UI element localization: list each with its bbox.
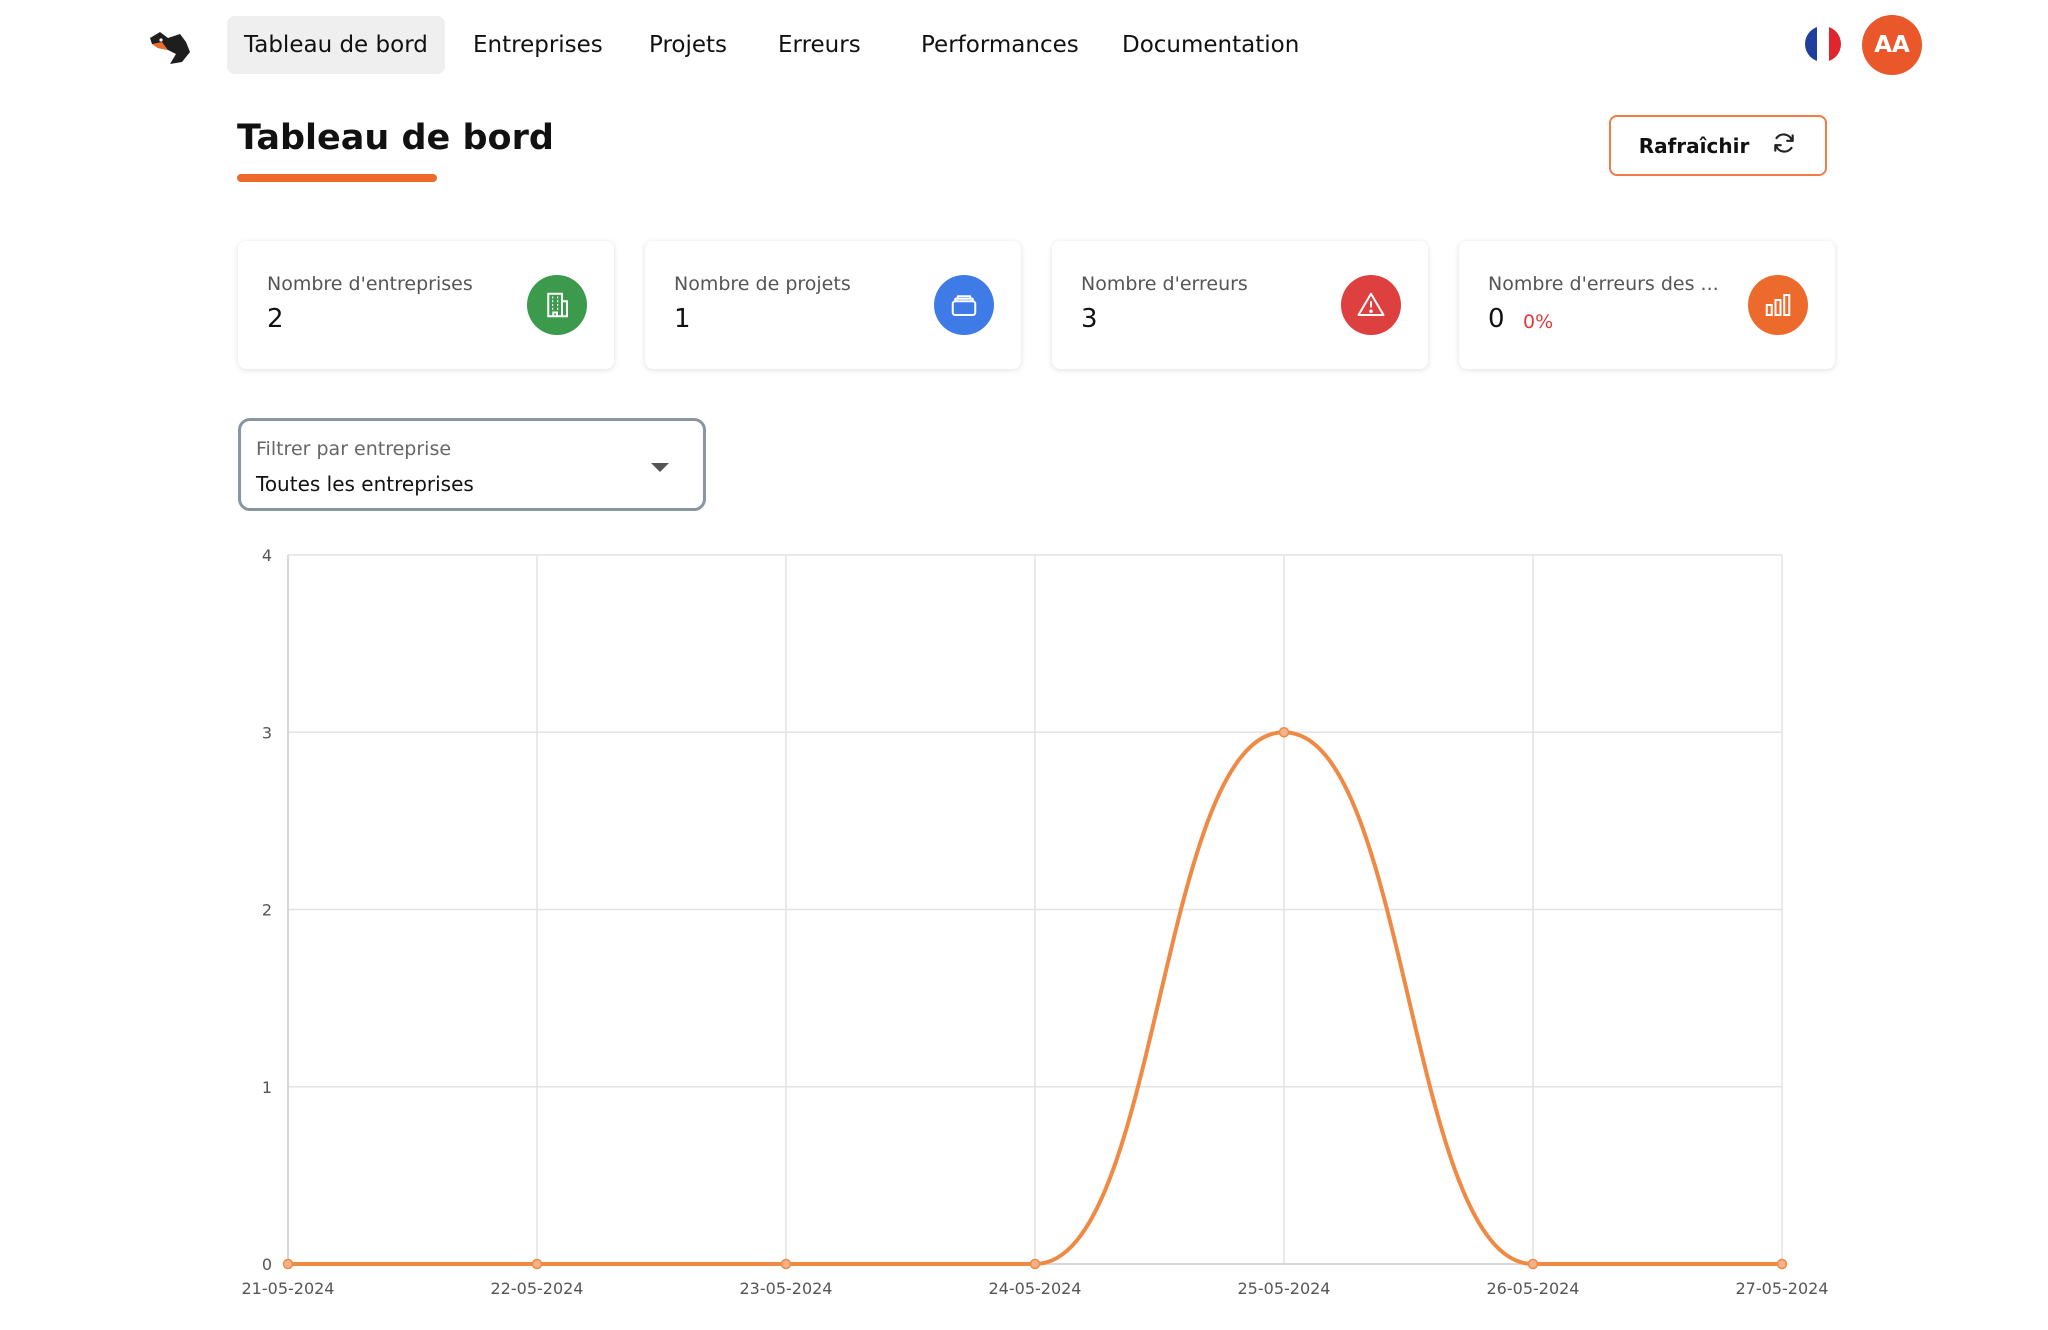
stat-label: Nombre d'entreprises (267, 273, 473, 295)
refresh-icon (1771, 130, 1797, 161)
y-tick-label: 2 (262, 901, 272, 920)
stat-label: Nombre d'erreurs des ... (1488, 273, 1719, 295)
filter-label: Filtrer par entreprise (256, 438, 452, 460)
data-point (282, 1258, 294, 1270)
x-tick-label: 27-05-2024 (1736, 1279, 1829, 1298)
y-tick-label: 3 (262, 723, 272, 742)
filter-selected-value: Toutes les entreprises (256, 472, 474, 496)
nav-entreprises[interactable]: Entreprises (456, 16, 620, 74)
company-filter-select[interactable]: Filtrer par entreprise Toutes les entrep… (238, 418, 706, 511)
x-tick-label: 21-05-2024 (242, 1279, 335, 1298)
fox-logo-icon[interactable] (146, 28, 194, 68)
stat-label: Nombre d'erreurs (1081, 273, 1248, 295)
x-tick-label: 26-05-2024 (1487, 1279, 1580, 1298)
x-tick-label: 25-05-2024 (1238, 1279, 1331, 1298)
series-line (287, 730, 1782, 1267)
nav-erreurs[interactable]: Erreurs (761, 16, 878, 74)
folder-icon (934, 275, 994, 335)
stat-label: Nombre de projets (674, 273, 851, 295)
nav-tableau-de-bord[interactable]: Tableau de bord (227, 16, 445, 74)
stat-card-erreurs-periode: Nombre d'erreurs des ... 0 0% (1459, 241, 1835, 369)
data-point (1278, 727, 1290, 738)
nav-performances[interactable]: Performances (904, 16, 1096, 74)
y-tick-label: 0 (262, 1255, 272, 1274)
stat-value: 3 (1081, 304, 1098, 334)
stat-value: 1 (674, 304, 691, 334)
data-point (531, 1258, 543, 1270)
data-point (1527, 1258, 1539, 1270)
y-tick-label: 1 (262, 1078, 272, 1097)
nav-documentation[interactable]: Documentation (1105, 16, 1316, 74)
stat-card-entreprises: Nombre d'entreprises 2 (238, 241, 614, 369)
title-underline (237, 174, 437, 182)
errors-line-chart: 0 1 2 3 4 21-05-2024 22-05-2024 23-05-2024 24-05… (242, 546, 1829, 1298)
page-title: Tableau de bord (237, 118, 554, 158)
data-point (1029, 1258, 1041, 1270)
y-tick-label: 4 (262, 546, 272, 565)
building-icon (527, 275, 587, 335)
warning-icon (1341, 275, 1401, 335)
stat-card-projets: Nombre de projets 1 (645, 241, 1021, 369)
data-point (1776, 1258, 1788, 1270)
x-tick-label: 23-05-2024 (740, 1279, 833, 1298)
stat-value: 0 (1488, 304, 1505, 334)
nav-projets[interactable]: Projets (632, 16, 744, 74)
france-flag-icon[interactable] (1805, 26, 1841, 62)
stat-value: 2 (267, 304, 284, 334)
stat-change-percent: 0% (1523, 311, 1554, 333)
bar-chart-icon (1748, 275, 1808, 335)
stat-card-erreurs: Nombre d'erreurs 3 (1052, 241, 1428, 369)
refresh-button[interactable]: Rafraîchir (1609, 115, 1827, 176)
refresh-button-label: Rafraîchir (1638, 133, 1750, 158)
user-avatar[interactable]: AA (1862, 15, 1922, 75)
top-navigation: Tableau de bord Entreprises Projets Erre… (0, 0, 2048, 92)
chevron-down-icon (651, 463, 669, 472)
x-tick-label: 24-05-2024 (989, 1279, 1082, 1298)
x-tick-label: 22-05-2024 (491, 1279, 584, 1298)
data-point (780, 1258, 792, 1270)
